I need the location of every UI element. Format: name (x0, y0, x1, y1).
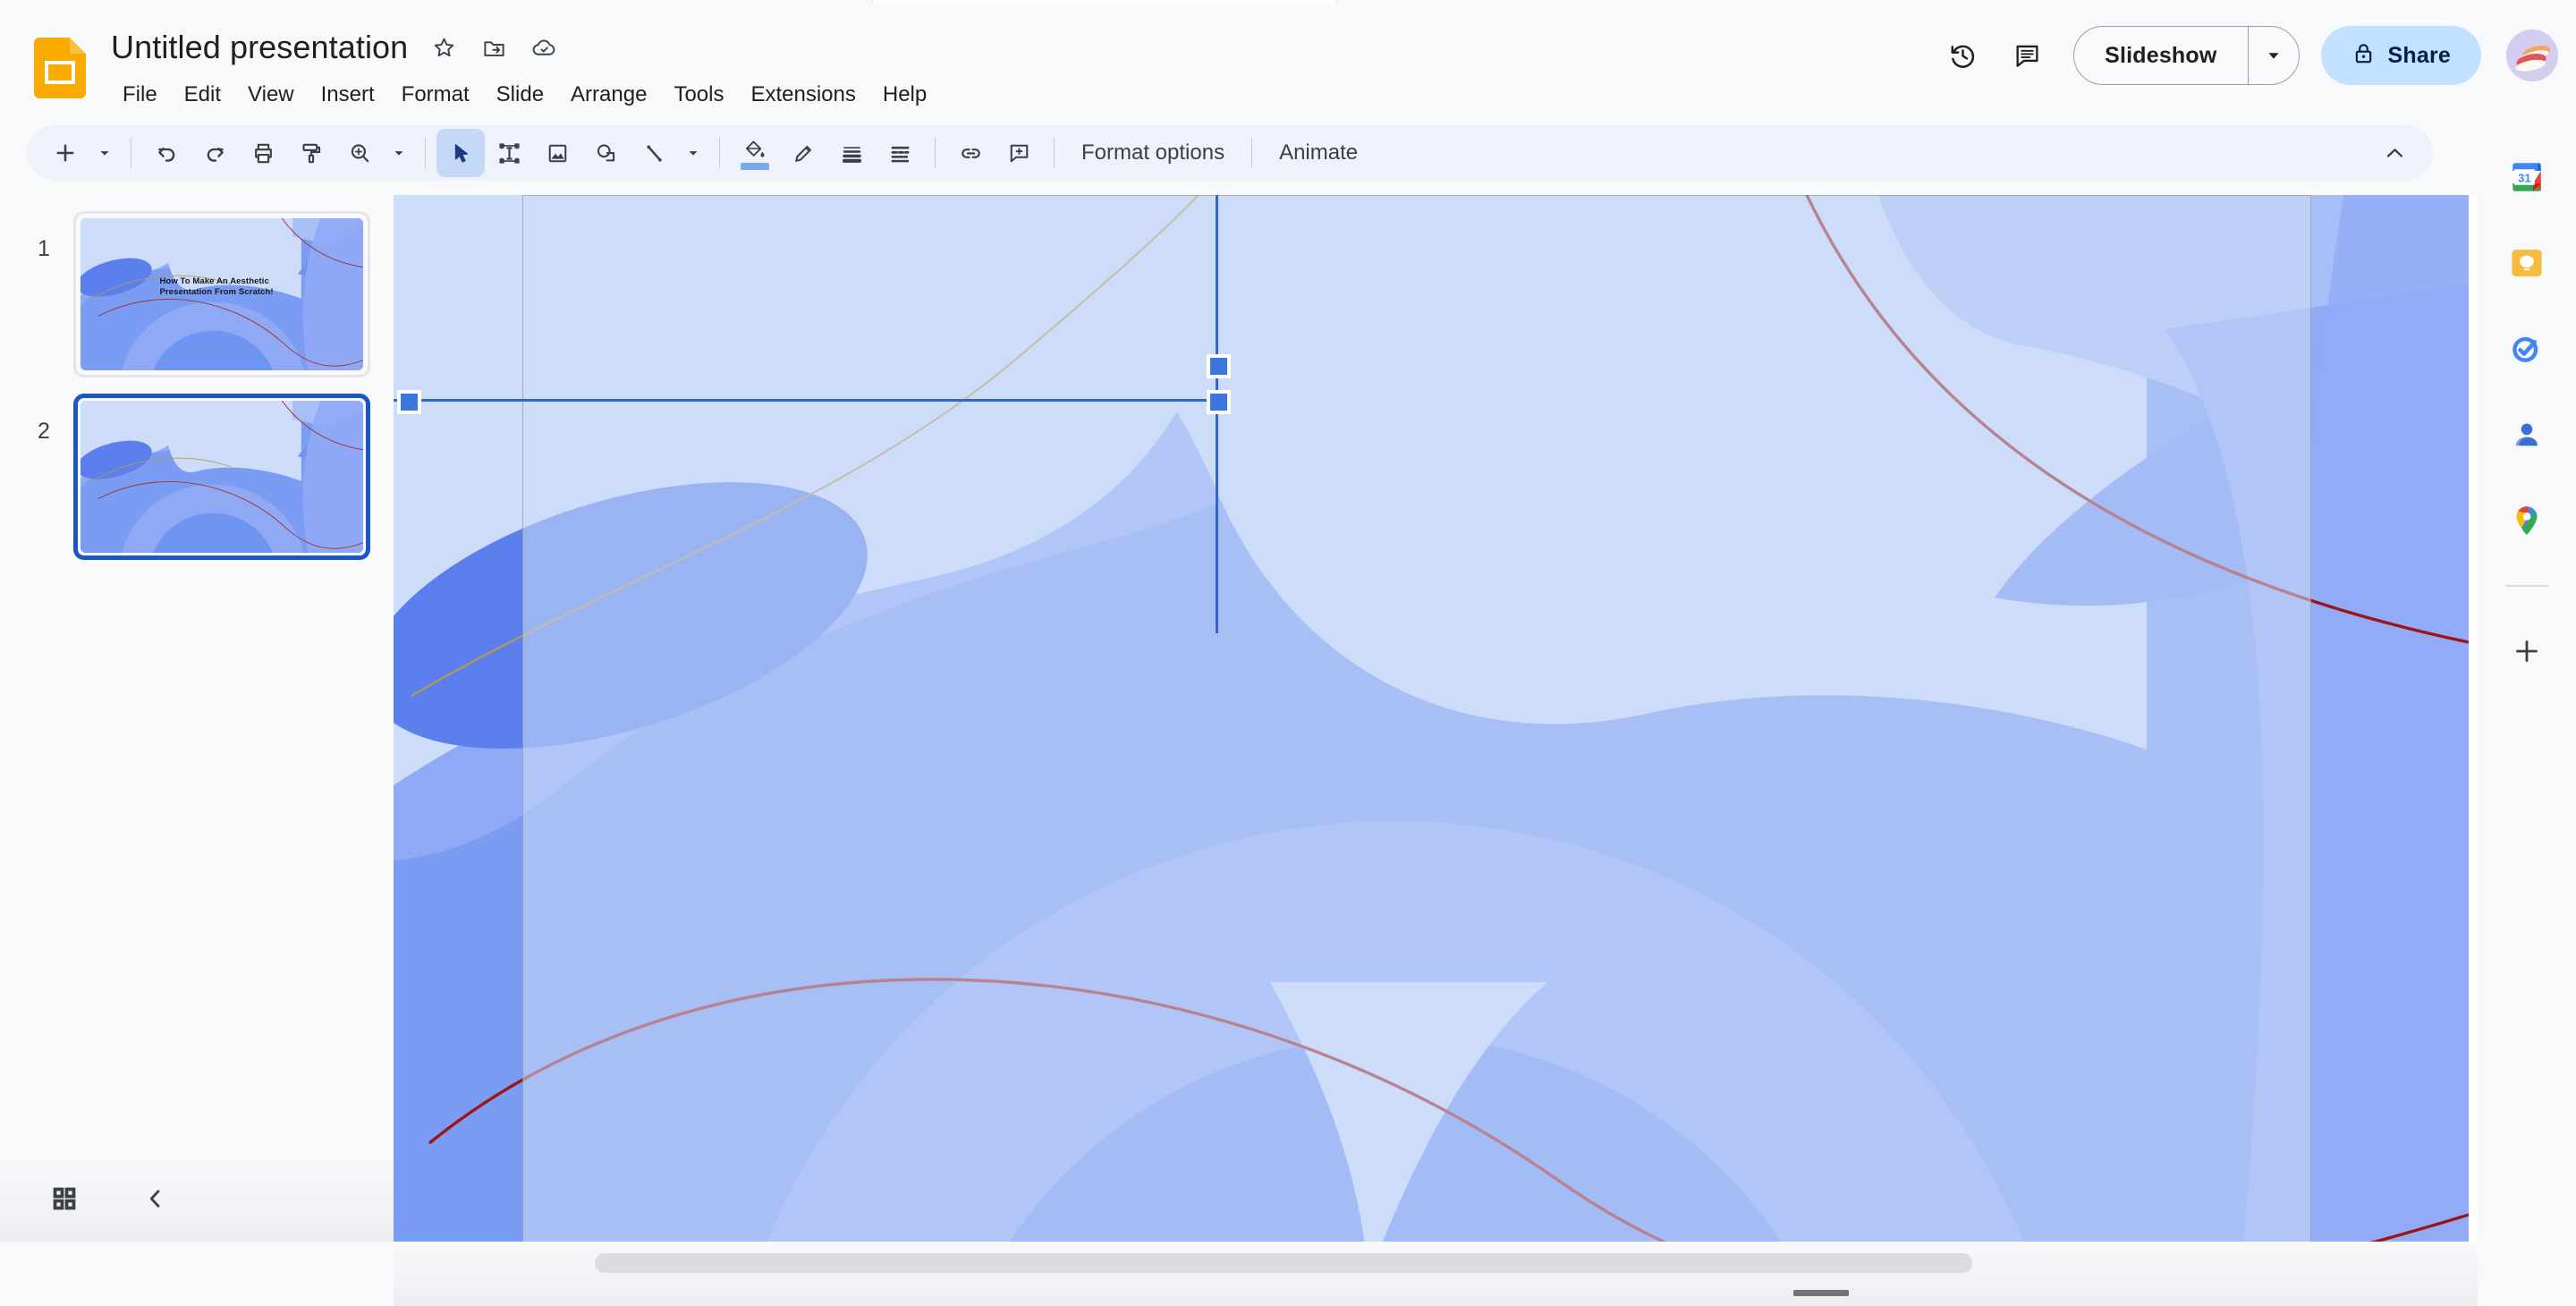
new-slide-button[interactable] (41, 129, 89, 177)
document-title[interactable]: Untitled presentation (106, 27, 413, 68)
format-options-button[interactable]: Format options (1065, 133, 1241, 173)
select-tool-button[interactable] (436, 129, 485, 177)
app-header: Untitled presentation File Edit View Ins… (0, 5, 2576, 125)
horizontal-scrollbar-thumb[interactable] (595, 1253, 1972, 1273)
menu-format[interactable]: Format (388, 77, 483, 113)
google-contacts-icon[interactable] (2500, 408, 2554, 462)
share-label: Share (2387, 42, 2451, 68)
grid-view-icon[interactable] (39, 1174, 89, 1224)
toolbar-divider (1054, 138, 1055, 168)
menu-slide[interactable]: Slide (483, 77, 557, 113)
star-icon[interactable] (424, 28, 463, 67)
paint-format-button[interactable] (287, 129, 335, 177)
share-button[interactable]: Share (2320, 26, 2481, 85)
chevron-left-icon[interactable] (131, 1174, 181, 1224)
google-calendar-icon[interactable]: 31 (2500, 150, 2554, 204)
move-to-folder-icon[interactable] (474, 28, 513, 67)
animate-button[interactable]: Animate (1263, 133, 1374, 173)
list-item[interactable]: 2 (0, 394, 394, 560)
link-icon[interactable] (946, 129, 995, 177)
menu-help[interactable]: Help (869, 77, 940, 113)
slideshow-button-group: Slideshow (2073, 26, 2300, 85)
shape-icon[interactable] (581, 129, 630, 177)
comment-history-icon[interactable] (1995, 23, 2059, 88)
toolbar-divider (719, 138, 720, 168)
zoom-dropdown[interactable] (384, 129, 414, 177)
slides-logo-icon (34, 38, 86, 98)
slide-number: 2 (38, 419, 50, 444)
print-button[interactable] (239, 129, 287, 177)
list-item[interactable]: 1 How To Make An Aesthetic Presentation … (0, 211, 394, 377)
text-box-icon[interactable] (485, 129, 533, 177)
filmstrip-footer (0, 1156, 394, 1242)
add-comment-icon[interactable] (995, 129, 1043, 177)
slide-thumbnail-2[interactable] (73, 394, 370, 560)
fill-color-icon[interactable] (731, 129, 779, 177)
slide-artboard[interactable] (394, 195, 2469, 1242)
google-slides-app: Untitled presentation File Edit View Ins… (0, 0, 2576, 1306)
menu-insert[interactable]: Insert (308, 77, 388, 113)
border-weight-icon[interactable] (827, 129, 876, 177)
get-addons-button[interactable] (2500, 624, 2554, 678)
zoom-button[interactable] (335, 129, 384, 177)
document-title-row: Untitled presentation (106, 27, 564, 68)
version-history-icon[interactable] (1930, 23, 1995, 88)
slideshow-button[interactable]: Slideshow (2074, 27, 2247, 84)
slide-number: 1 (38, 236, 50, 261)
slide-title-text: How To Make An Aesthetic Presentation Fr… (159, 276, 274, 298)
slide-preview (80, 401, 363, 553)
cloud-saved-icon[interactable] (524, 28, 564, 67)
browser-tab-edge (872, 0, 1337, 4)
menu-file[interactable]: File (109, 77, 171, 113)
canvas-footer (394, 1242, 2576, 1306)
slide-thumbnail-1[interactable]: How To Make An Aesthetic Presentation Fr… (73, 211, 370, 377)
lock-icon (2351, 41, 2376, 70)
header-actions: Slideshow Share (1930, 23, 2563, 88)
menu-extensions[interactable]: Extensions (737, 77, 869, 113)
menu-view[interactable]: View (234, 77, 308, 113)
menu-arrange[interactable]: Arrange (557, 77, 660, 113)
pencil-icon[interactable] (779, 129, 827, 177)
google-maps-icon[interactable] (2500, 494, 2554, 547)
side-panel-divider (2505, 585, 2548, 587)
fill-color-swatch (741, 163, 769, 170)
menu-edit[interactable]: Edit (171, 77, 234, 113)
svg-text:31: 31 (2518, 171, 2531, 184)
redo-button[interactable] (191, 129, 239, 177)
chevron-down-icon[interactable] (2249, 27, 2299, 84)
undo-button[interactable] (142, 129, 191, 177)
slide-preview: How To Make An Aesthetic Presentation Fr… (80, 218, 363, 370)
speaker-notes-resize-grip[interactable] (1793, 1290, 1849, 1296)
line-dropdown[interactable] (678, 129, 708, 177)
avatar[interactable] (2504, 28, 2560, 83)
image-icon[interactable] (533, 129, 581, 177)
border-dash-icon[interactable] (876, 129, 924, 177)
new-slide-dropdown[interactable] (89, 129, 120, 177)
line-icon[interactable] (630, 129, 678, 177)
slide-canvas[interactable] (394, 195, 2576, 1242)
slide-filmstrip[interactable]: 1 How To Make An Aesthetic Presentation … (0, 195, 394, 1242)
toolbar-divider (935, 138, 936, 168)
google-apps-side-panel: 31 (2478, 125, 2576, 1306)
collapse-toolbar-button[interactable] (2370, 129, 2419, 177)
google-keep-icon[interactable] (2500, 236, 2554, 290)
menu-bar: File Edit View Insert Format Slide Arran… (109, 77, 940, 113)
google-tasks-icon[interactable] (2500, 322, 2554, 376)
toolbar-divider (1251, 138, 1253, 168)
menu-tools[interactable]: Tools (660, 77, 737, 113)
toolbar-divider (425, 138, 426, 168)
main-toolbar: Format options Animate (27, 125, 2433, 181)
